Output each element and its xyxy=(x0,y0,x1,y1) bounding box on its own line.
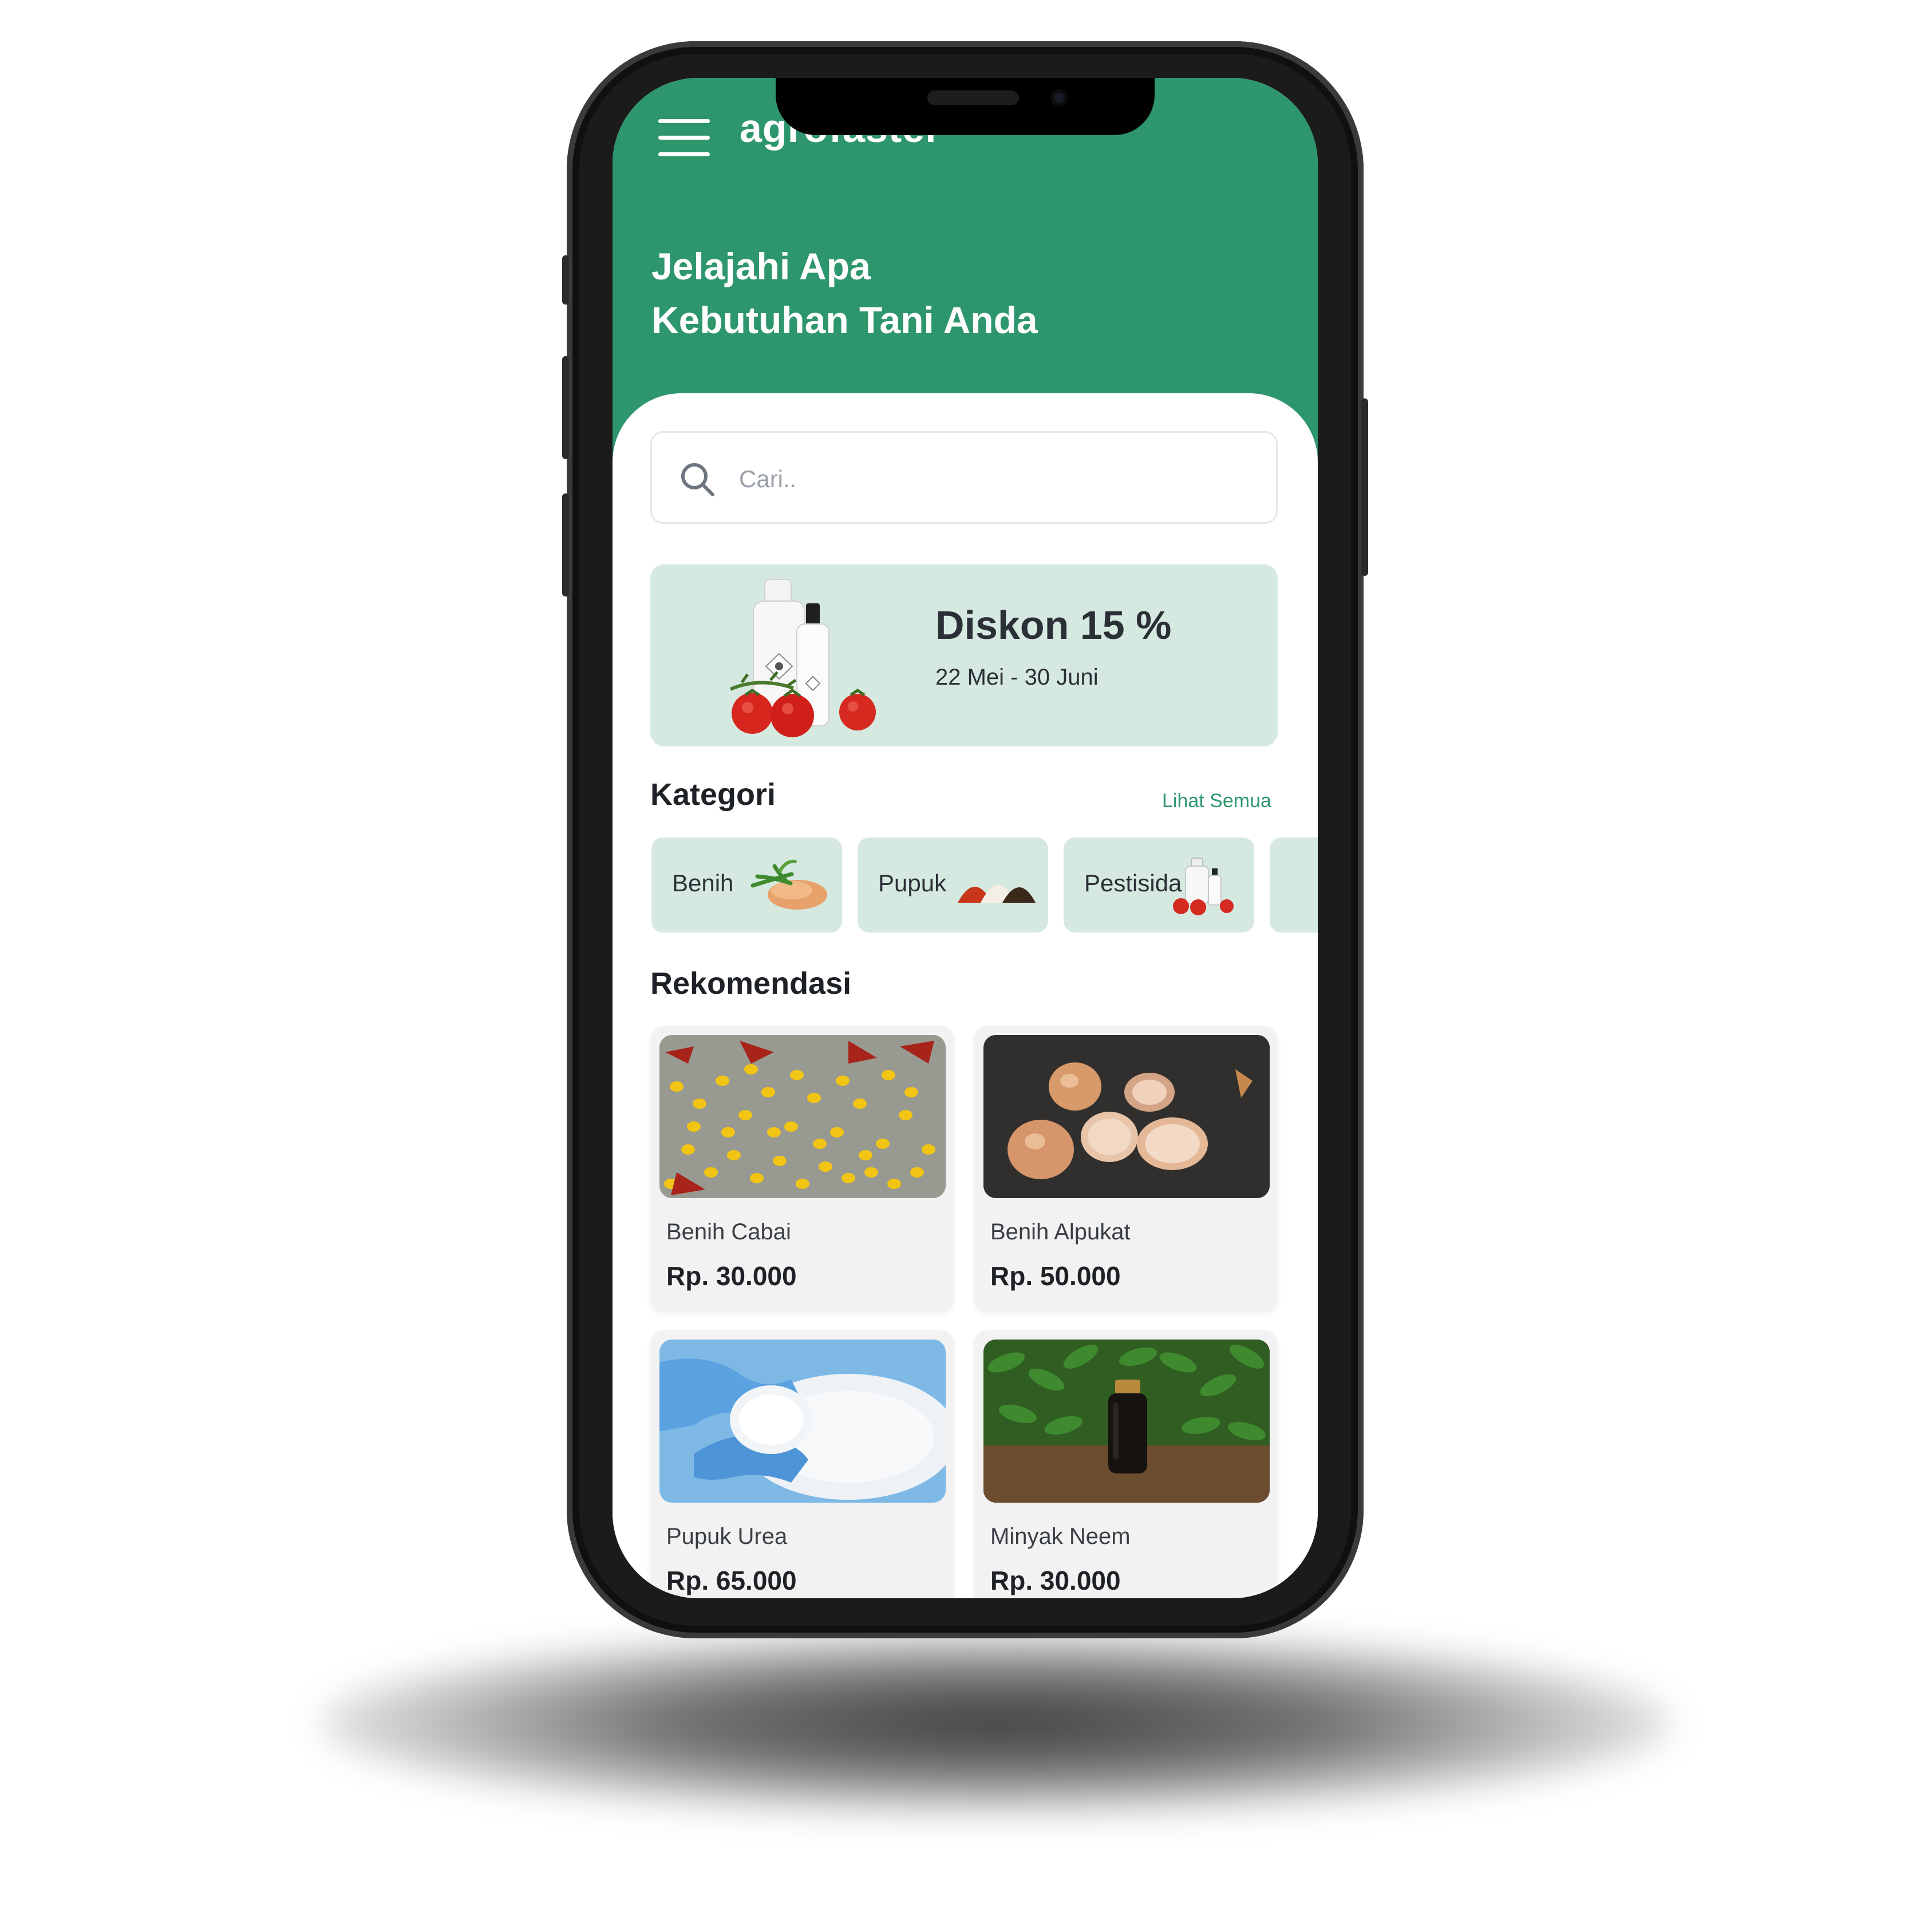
seeds-pile-icon xyxy=(750,859,827,910)
app-screen: agrofaster Jelajahi Apa Kebutuhan Tani A… xyxy=(613,78,1318,1598)
promo-banner[interactable]: Diskon 15 % 22 Mei - 30 Juni xyxy=(650,564,1278,746)
product-name: Pupuk Urea xyxy=(666,1524,788,1549)
product-image xyxy=(659,1035,946,1198)
search-input[interactable] xyxy=(738,456,1244,503)
search-bar[interactable] xyxy=(650,431,1278,524)
search-icon xyxy=(681,463,714,496)
phone-notch xyxy=(776,78,1155,135)
avocado-seeds-image xyxy=(983,1035,1270,1198)
front-camera xyxy=(1050,89,1068,106)
recommendations-title: Rekomendasi xyxy=(650,966,852,1001)
fertilizer-piles-icon xyxy=(958,885,1036,903)
see-all-categories-link[interactable]: Lihat Semua xyxy=(1162,790,1271,812)
neem-oil-image xyxy=(983,1340,1270,1503)
product-name: Benih Cabai xyxy=(666,1219,791,1244)
product-price: Rp. 65.000 xyxy=(666,1566,797,1595)
product-card-benih-cabai[interactable]: Benih Cabai Rp. 30.000 xyxy=(650,1026,954,1312)
category-chip-pestisida[interactable]: Pestisida xyxy=(1064,837,1254,933)
chili-seeds-image xyxy=(659,1035,946,1198)
main-content: Diskon 15 % 22 Mei - 30 Juni Kategori Li… xyxy=(613,393,1318,1598)
promo-date-range: 22 Mei - 30 Juni xyxy=(935,665,1099,690)
hamburger-menu-icon[interactable] xyxy=(658,119,710,157)
phone-volume-down-button xyxy=(562,493,569,596)
promo-title: Diskon 15 % xyxy=(935,603,1172,647)
phone-volume-up-button xyxy=(562,356,569,459)
product-name: Minyak Neem xyxy=(990,1524,1131,1549)
product-price: Rp. 30.000 xyxy=(666,1261,797,1291)
product-card-benih-alpukat[interactable]: Benih Alpukat Rp. 50.000 xyxy=(974,1026,1278,1312)
earpiece-speaker xyxy=(927,90,1019,105)
phone-power-button xyxy=(1361,398,1368,576)
headline-line-1: Jelajahi Apa xyxy=(651,245,871,287)
product-card-minyak-neem[interactable]: Minyak Neem Rp. 30.000 xyxy=(974,1330,1278,1598)
category-label: Pupuk xyxy=(878,870,947,896)
urea-fertilizer-image xyxy=(659,1340,946,1503)
pesticide-bottles-tomatoes-image xyxy=(729,579,876,737)
product-price: Rp. 30.000 xyxy=(990,1566,1121,1595)
phone-silent-switch xyxy=(562,255,569,305)
product-image xyxy=(659,1340,946,1503)
category-chip-benih[interactable]: Benih xyxy=(651,837,842,933)
product-image xyxy=(983,1340,1270,1503)
category-chip-partial[interactable] xyxy=(1270,837,1318,933)
category-chip-pupuk[interactable]: Pupuk xyxy=(858,837,1048,933)
pesticide-bottle-icon xyxy=(1173,858,1234,915)
product-image xyxy=(983,1035,1270,1198)
page-headline: Jelajahi Apa Kebutuhan Tani Anda xyxy=(651,239,1167,347)
phone-shadow xyxy=(321,1631,1672,1815)
headline-line-2: Kebutuhan Tani Anda xyxy=(651,299,1038,341)
product-name: Benih Alpukat xyxy=(990,1219,1131,1244)
categories-title: Kategori xyxy=(650,777,776,812)
product-card-pupuk-urea[interactable]: Pupuk Urea Rp. 65.000 xyxy=(650,1330,954,1598)
product-price: Rp. 50.000 xyxy=(990,1261,1121,1291)
mockup-stage: agrofaster Jelajahi Apa Kebutuhan Tani A… xyxy=(0,0,1932,1932)
category-label: Benih xyxy=(672,870,734,896)
